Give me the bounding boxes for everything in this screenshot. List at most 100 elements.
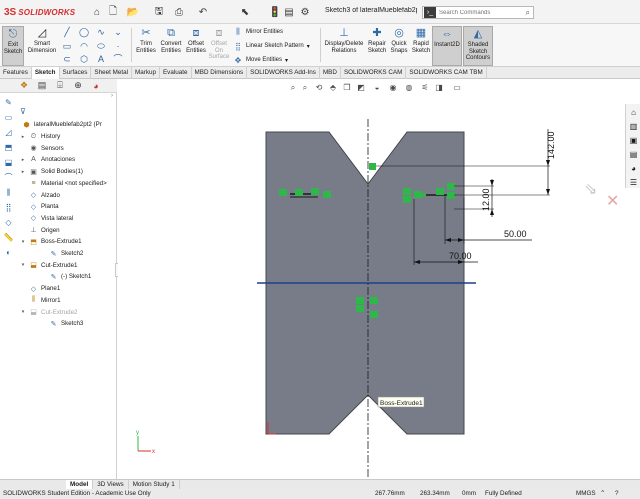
tab-sheet-metal[interactable]: Sheet Metal bbox=[91, 67, 132, 79]
fillet-icon[interactable]: ⌒ bbox=[3, 172, 14, 183]
tree-item[interactable]: ◉ Sensors bbox=[20, 143, 63, 154]
tab-mbd[interactable]: MBD bbox=[320, 67, 341, 79]
tab-solidworks-add-ins[interactable]: SOLIDWORKS Add-Ins bbox=[247, 67, 320, 79]
relation-tag[interactable] bbox=[414, 191, 422, 198]
feature-manager-tree-icon[interactable]: ❖ bbox=[18, 80, 30, 91]
save-icon[interactable]: 🖫 bbox=[152, 5, 166, 19]
dropdown-chevron-icon[interactable]: ▾ bbox=[285, 57, 288, 64]
tree-item[interactable]: ✎ (-) Sketch1 bbox=[40, 271, 92, 282]
tree-expander-icon[interactable]: ▸ bbox=[20, 157, 26, 163]
rapid-sketch-button[interactable]: ▦ Rapid Sketch bbox=[410, 26, 432, 66]
tree-item[interactable]: ✎ Sketch2 bbox=[40, 248, 84, 259]
plane-icon[interactable]: ◇ bbox=[3, 217, 14, 228]
relation-tag[interactable] bbox=[356, 297, 364, 304]
arc-tool-icon[interactable]: ◠ bbox=[79, 41, 89, 51]
configuration-manager-icon[interactable]: ⌹ bbox=[54, 80, 66, 91]
rectangle-tool-icon[interactable]: ▭ bbox=[62, 41, 72, 51]
tab-solidworks-cam-tbm[interactable]: SOLIDWORKS CAM TBM bbox=[406, 67, 487, 79]
custom-properties-icon[interactable]: ☰ bbox=[628, 177, 639, 188]
dimension-label-50[interactable]: 50.00 bbox=[504, 229, 527, 239]
tree-item[interactable]: ◇ Plane1 bbox=[20, 283, 60, 294]
smart-dimension-icon[interactable]: ◿ bbox=[3, 127, 14, 138]
relation-tag[interactable] bbox=[370, 297, 378, 304]
move-entities-button[interactable]: ✥ Move Entities ▾ bbox=[233, 54, 288, 66]
relation-tag[interactable] bbox=[447, 183, 455, 190]
mirror-icon[interactable]: ⫼ bbox=[3, 187, 14, 198]
tree-item[interactable]: ▾ ⬓ Cut-Extrude2 bbox=[20, 307, 78, 318]
tree-item[interactable]: ✎ Sketch3 bbox=[40, 318, 84, 329]
tree-item[interactable]: ▸ ⏲ History bbox=[20, 131, 61, 142]
tree-item[interactable]: ▸ A Anotaciones bbox=[20, 154, 75, 165]
filter-icon[interactable]: ⊽ bbox=[20, 107, 26, 116]
cancel-close-icon[interactable]: ✕ bbox=[606, 191, 619, 211]
point-tool-icon[interactable]: · bbox=[113, 41, 123, 51]
relation-tag[interactable] bbox=[447, 192, 455, 199]
relation-tag[interactable] bbox=[279, 189, 287, 196]
relation-tag[interactable] bbox=[403, 196, 411, 203]
relation-tag[interactable] bbox=[311, 188, 319, 195]
rectangle-tool-icon[interactable]: ▭ bbox=[3, 112, 14, 123]
tab-markup[interactable]: Markup bbox=[132, 67, 160, 79]
search-commands-input[interactable] bbox=[439, 9, 519, 16]
tab-mbd-dimensions[interactable]: MBD Dimensions bbox=[192, 67, 248, 79]
instant2d-button[interactable]: ⇔ Instant2D bbox=[432, 26, 462, 66]
polygon-tool-icon[interactable]: ⬡ bbox=[79, 54, 89, 64]
tree-expander-icon[interactable]: ▸ bbox=[20, 169, 26, 175]
tree-expander-icon[interactable]: ▾ bbox=[20, 239, 26, 245]
dropdown-chevron-icon[interactable]: ⌄ bbox=[113, 27, 123, 37]
exit-sketch-button[interactable]: ⎋ Exit Sketch bbox=[2, 26, 24, 66]
pattern-icon[interactable]: ⣿ bbox=[3, 202, 14, 213]
relation-tag[interactable] bbox=[370, 311, 378, 318]
tree-root[interactable]: ⬢ lateralMueblefab2pt2 (Pr bbox=[22, 119, 101, 130]
offset-entities-button[interactable]: ⧈ Offset Entities bbox=[184, 26, 208, 66]
convert-entities-button[interactable]: ⧉ Convert Entities bbox=[158, 26, 184, 66]
shaded-sketch-contours-button[interactable]: ◭ Shaded Sketch Contours bbox=[463, 26, 493, 66]
tab-sketch[interactable]: Sketch bbox=[31, 67, 60, 79]
relation-tag[interactable] bbox=[356, 305, 364, 312]
home-icon[interactable]: ⌂ bbox=[90, 5, 104, 19]
dimension-label-70[interactable]: 70.00 bbox=[449, 251, 472, 261]
confirm-exit-icon[interactable]: ⇘ bbox=[584, 179, 597, 199]
text-tool-icon[interactable]: A bbox=[96, 54, 106, 64]
relation-tag[interactable] bbox=[403, 188, 411, 195]
unit-system[interactable]: MMGS bbox=[576, 489, 596, 499]
open-icon[interactable]: 📂 bbox=[126, 5, 140, 19]
ellipse-tool-icon[interactable]: ⬭ bbox=[96, 41, 106, 51]
dimension-label-142[interactable]: 142.00 bbox=[546, 131, 556, 159]
spline-tool-icon[interactable]: ∿ bbox=[96, 27, 106, 37]
tab-evaluate[interactable]: Evaluate bbox=[160, 67, 192, 79]
line-tool-icon[interactable]: ╱ bbox=[62, 27, 72, 37]
relation-tag[interactable] bbox=[436, 188, 444, 195]
unit-dropdown-icon[interactable]: ⌃ bbox=[600, 489, 605, 499]
print-icon[interactable]: ⎙ bbox=[172, 5, 186, 19]
appearances-icon[interactable]: ◕ bbox=[628, 163, 639, 174]
cut-icon[interactable]: ⬓ bbox=[3, 157, 14, 168]
sketch-tool-icon[interactable]: ✎ bbox=[3, 97, 14, 108]
property-manager-icon[interactable]: ▤ bbox=[36, 80, 48, 91]
new-document-icon[interactable]: 🗋 bbox=[106, 5, 120, 19]
linear-sketch-pattern-button[interactable]: ⣿ Linear Sketch Pattern ▾ bbox=[233, 40, 310, 52]
dimxpert-manager-icon[interactable]: ⊕ bbox=[72, 80, 84, 91]
tree-item[interactable]: ▾ ⬓ Cut-Extrude1 bbox=[20, 260, 78, 271]
hide-show-icon[interactable]: ◐ bbox=[3, 247, 14, 258]
tree-expander-icon[interactable]: ▾ bbox=[20, 309, 26, 315]
command-prompt-icon[interactable]: ›_ bbox=[424, 7, 436, 18]
file-properties-icon[interactable]: ▤ bbox=[282, 5, 296, 19]
rebuild-icon[interactable]: 🚦 bbox=[268, 5, 282, 19]
tree-item[interactable]: ◇ Alzado bbox=[20, 190, 60, 201]
tree-item[interactable]: ≡ Material <not specified> bbox=[20, 178, 106, 189]
relation-tag[interactable] bbox=[295, 189, 303, 196]
fillet-tool-icon[interactable]: ⌒ bbox=[113, 54, 123, 64]
tab-solidworks-cam[interactable]: SOLIDWORKS CAM bbox=[341, 67, 407, 79]
dimension-label-12[interactable]: 12.00 bbox=[481, 188, 491, 211]
solidworks-resources-icon[interactable]: ⌂ bbox=[628, 107, 639, 118]
tree-item[interactable]: ⊥ Origen bbox=[20, 225, 59, 236]
extrude-icon[interactable]: ⬒ bbox=[3, 142, 14, 153]
display-delete-relations-button[interactable]: ⊥ Display/Delete Relations bbox=[322, 26, 366, 66]
search-icon[interactable]: ⌕ bbox=[526, 8, 530, 18]
repair-sketch-button[interactable]: ✚ Repair Sketch bbox=[366, 26, 388, 66]
undo-icon[interactable]: ↶ bbox=[196, 5, 210, 19]
slot-tool-icon[interactable]: ⊂ bbox=[62, 54, 72, 64]
trim-entities-button[interactable]: ✂ Trim Entities bbox=[134, 26, 158, 66]
sketch-point[interactable] bbox=[422, 193, 426, 197]
